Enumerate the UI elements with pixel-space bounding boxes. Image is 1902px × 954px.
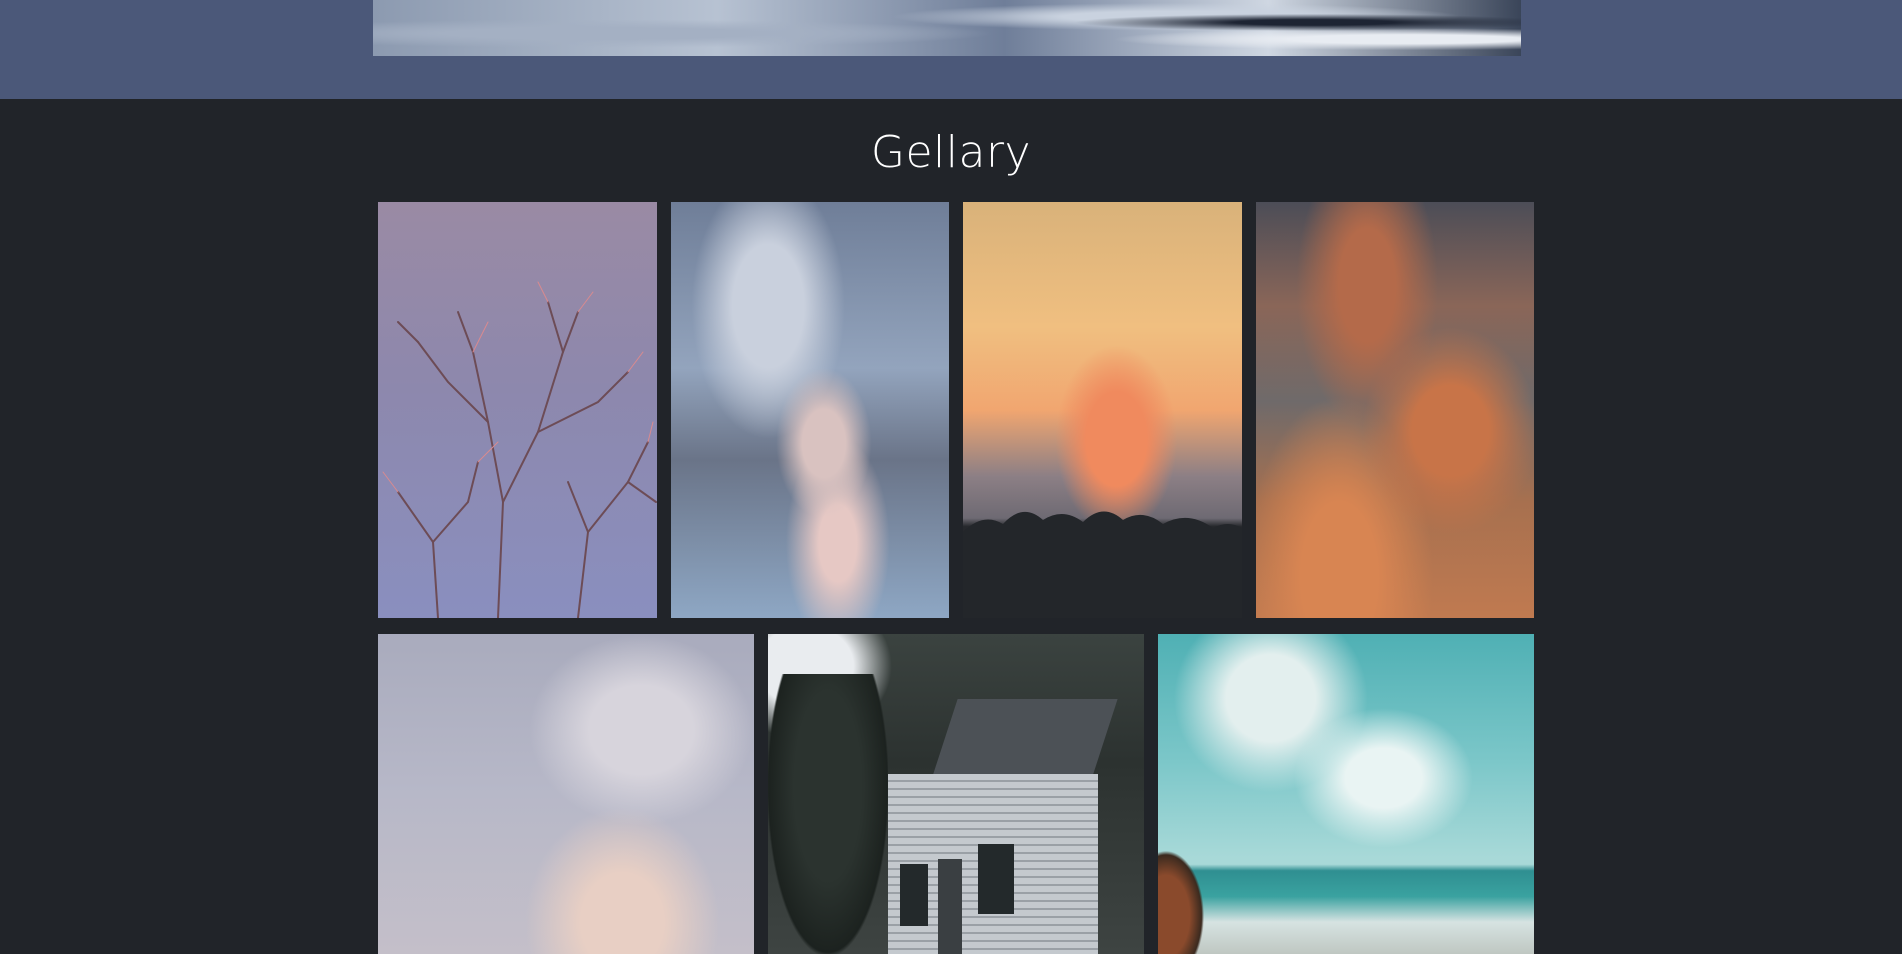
- window-shape: [900, 864, 928, 926]
- door-shape: [938, 859, 962, 954]
- header-band: [0, 0, 1902, 99]
- gallery-photo-beach[interactable]: [1158, 634, 1534, 954]
- gallery-photo-cloudy-sky[interactable]: [671, 202, 949, 618]
- gallery-section: Gellary: [0, 99, 1902, 954]
- gallery-photo-bare-branches[interactable]: [378, 202, 657, 618]
- window-shape: [978, 844, 1014, 914]
- treeline-graphic: [963, 511, 1242, 618]
- shrub-shape: [1158, 844, 1208, 954]
- gallery-photo-white-house[interactable]: [768, 634, 1144, 954]
- hero-image: [373, 0, 1521, 56]
- gallery-photo-pale-sky[interactable]: [378, 634, 754, 954]
- branches-graphic: [382, 281, 657, 618]
- gallery-title: Gellary: [870, 127, 1032, 178]
- gallery-photo-orange-abstract[interactable]: [1256, 202, 1534, 618]
- tree-shape: [768, 674, 888, 954]
- gallery-photo-sunset-treeline[interactable]: [963, 202, 1242, 618]
